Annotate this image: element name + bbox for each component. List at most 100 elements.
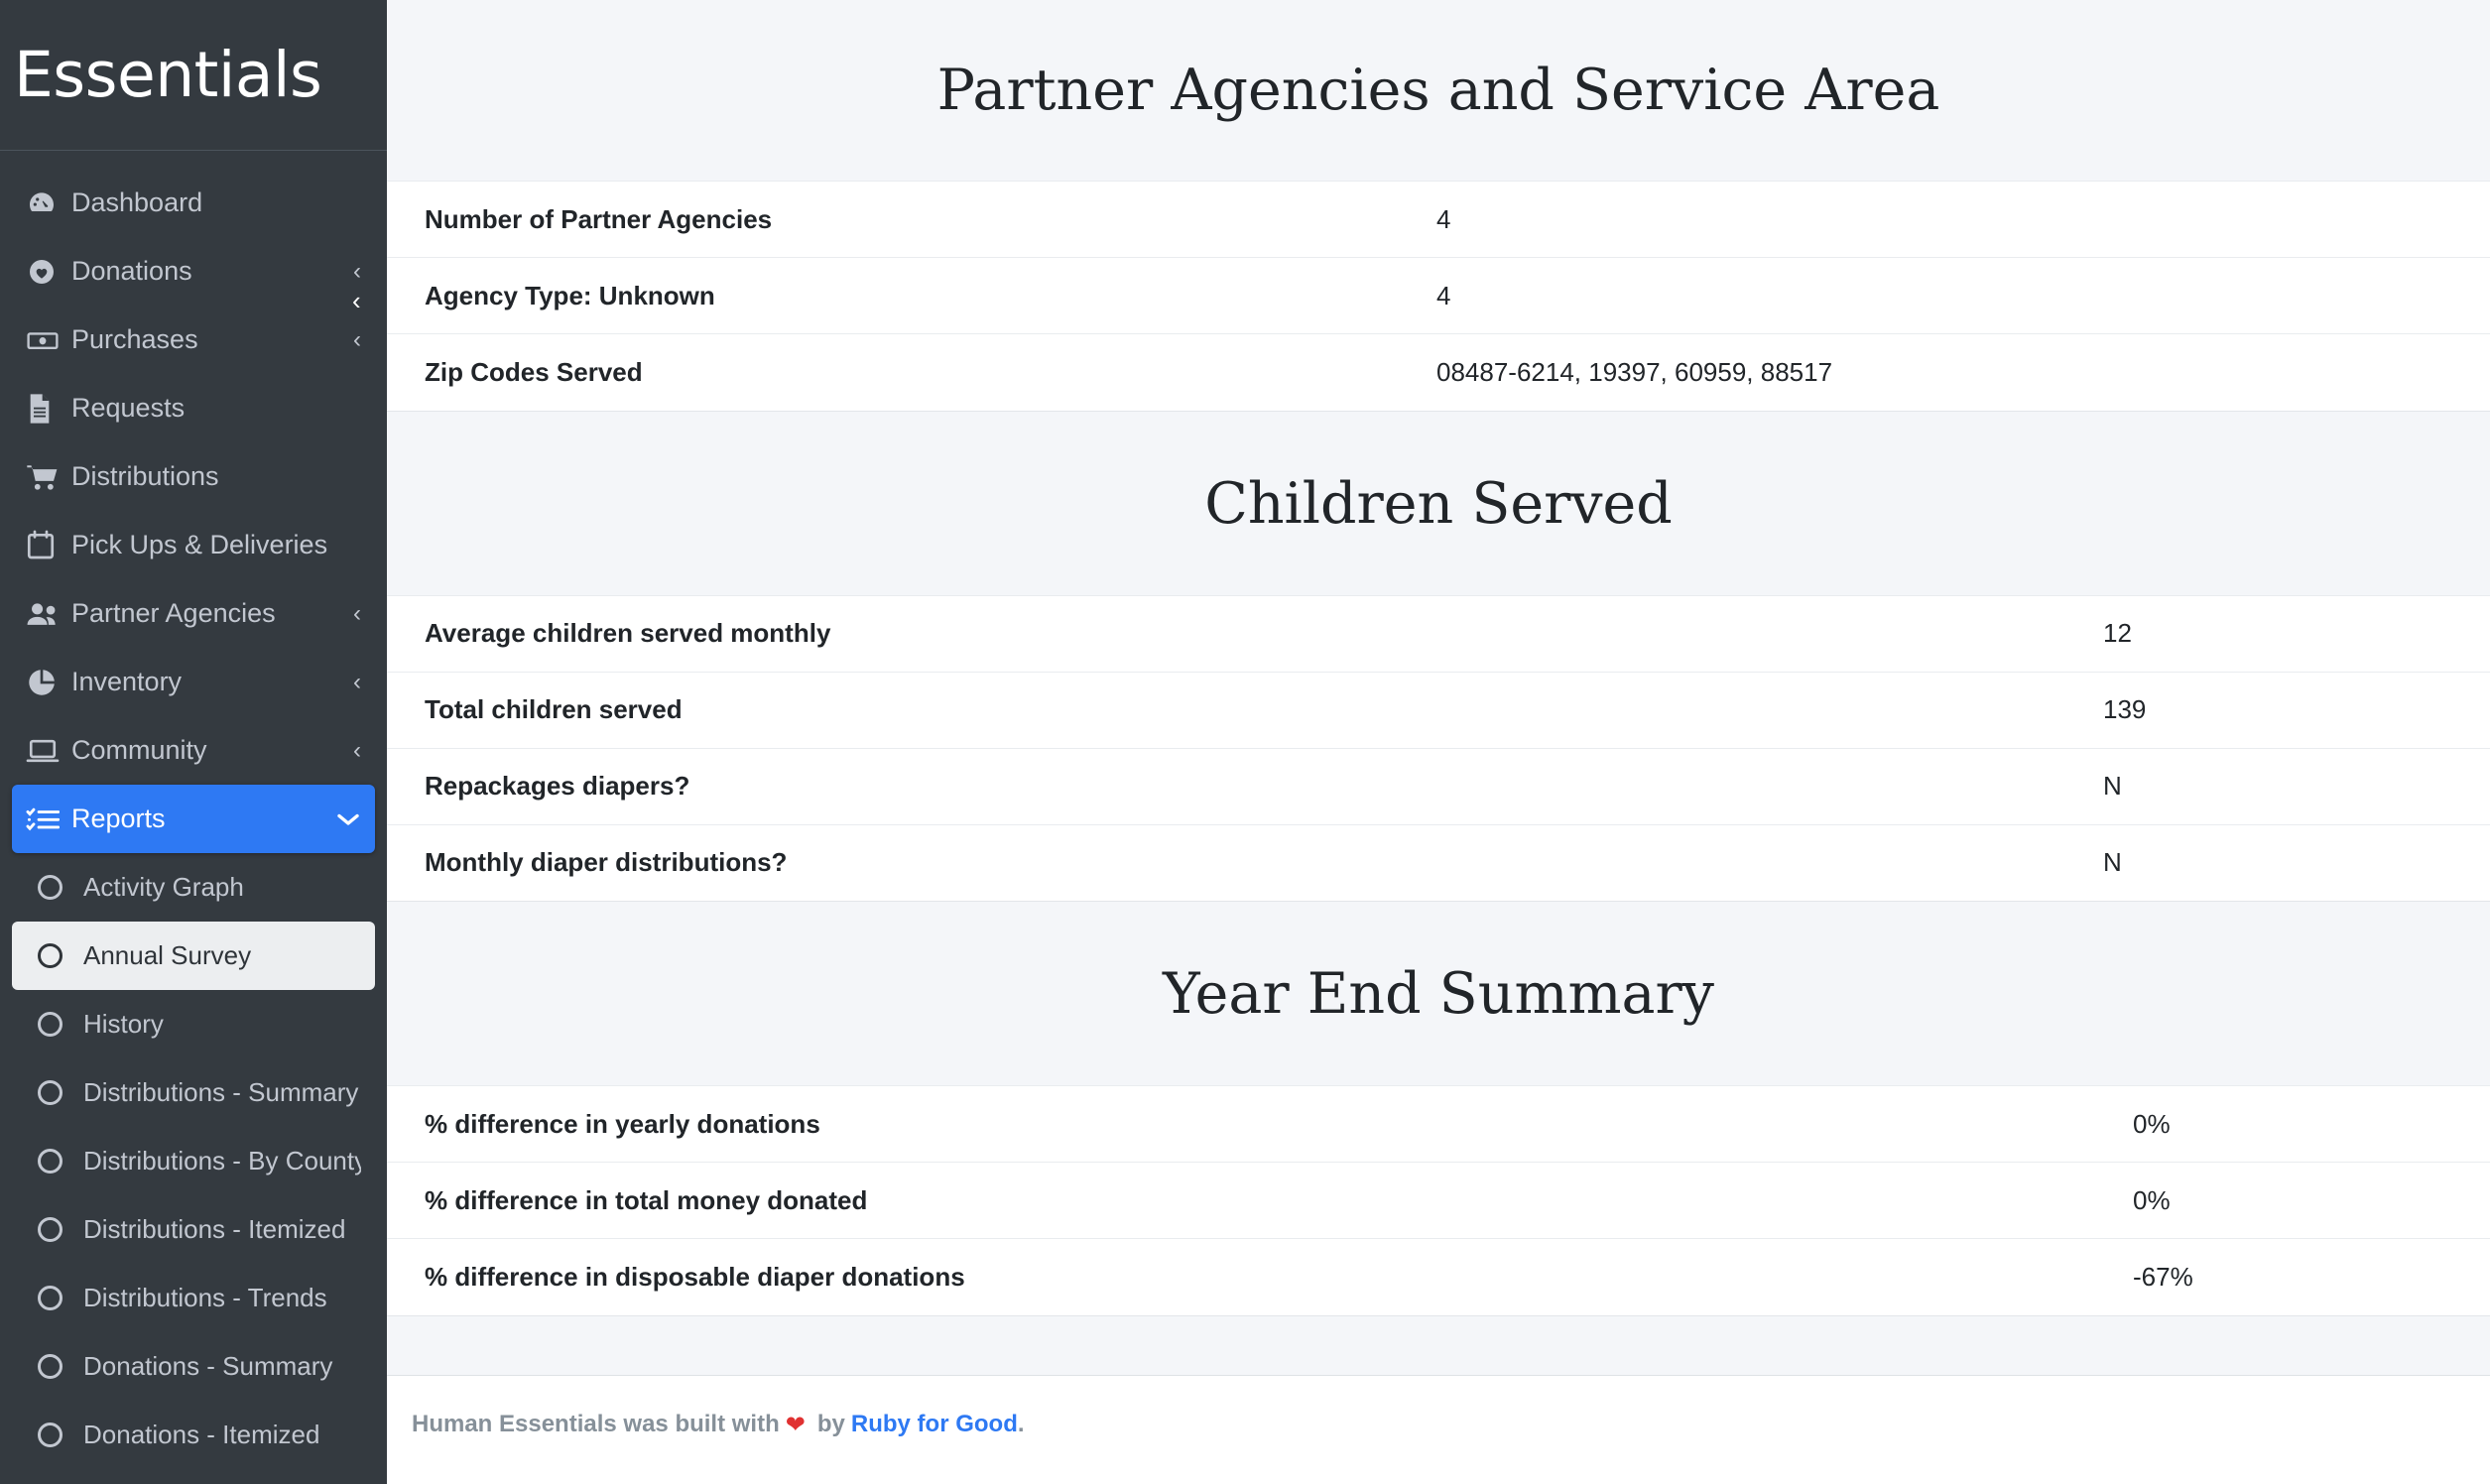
sidebar-item-label: Partner Agencies — [71, 598, 276, 628]
shopping-cart-icon — [26, 461, 71, 493]
sidebar-item-label: Requests — [71, 393, 186, 423]
gauge-icon — [26, 187, 71, 219]
table-row: % difference in disposable diaper donati… — [387, 1238, 2490, 1315]
row-value: 4 — [1436, 181, 2490, 258]
row-label: Number of Partner Agencies — [387, 181, 1436, 258]
footer-by: by — [816, 1411, 845, 1437]
calendar-icon — [26, 530, 71, 561]
row-label: Average children served monthly — [387, 594, 2103, 672]
row-value: N — [2103, 747, 2490, 824]
heart-icon — [26, 256, 71, 288]
section-title-children-served: Children Served — [387, 410, 2490, 595]
table-row: Total children served 139 — [387, 671, 2490, 748]
chevron-left-icon[interactable]: ‹ — [353, 670, 361, 694]
money-bill-icon — [26, 324, 71, 356]
row-label: % difference in total money donated — [387, 1162, 2133, 1239]
laptop-icon — [26, 735, 71, 767]
section-title-year-end-summary: Year End Summary — [387, 901, 2490, 1085]
heart-icon: ❤ — [785, 1411, 806, 1438]
users-icon — [26, 598, 71, 630]
sidebar-item-dashboard[interactable]: Dashboard — [12, 169, 375, 237]
sidebar-item-label: Distributions - Trends — [83, 1283, 327, 1312]
circle-icon — [38, 1422, 83, 1447]
sidebar-nav: Dashboard Donations ‹ Purchases ‹ Reques… — [0, 151, 387, 1484]
chevron-left-icon[interactable]: ‹ — [353, 738, 361, 763]
sidebar-item-pickups-deliveries[interactable]: Pick Ups & Deliveries — [12, 511, 375, 579]
table-row: Agency Type: Unknown 4 — [387, 257, 2490, 334]
table-row: Average children served monthly 12 — [387, 594, 2490, 672]
sidebar-item-distributions-itemized[interactable]: Distributions - Itemized — [12, 1195, 375, 1264]
sidebar-item-partner-agencies[interactable]: Partner Agencies ‹ — [12, 579, 375, 648]
sidebar-item-label: Distributions - Summary — [83, 1077, 359, 1107]
sidebar-item-label: History — [83, 1009, 164, 1039]
sidebar-item-distributions-by-county[interactable]: Distributions - By County — [12, 1127, 375, 1195]
sidebar-item-community[interactable]: Community ‹ — [12, 716, 375, 785]
sidebar-item-label: Donations — [71, 256, 192, 286]
footer: Human Essentials was built with ❤ by Rub… — [387, 1374, 2490, 1474]
row-label: % difference in yearly donations — [387, 1085, 2133, 1163]
table-row: % difference in total money donated 0% — [387, 1162, 2490, 1239]
ruby-for-good-link[interactable]: Ruby for Good — [851, 1411, 1018, 1438]
sidebar-item-label: Purchases — [71, 324, 198, 354]
row-value: 0% — [2133, 1085, 2490, 1163]
table-row: Monthly diaper distributions? N — [387, 823, 2490, 901]
circle-icon — [38, 875, 83, 900]
sidebar-item-activity-graph[interactable]: Activity Graph — [12, 853, 375, 922]
chevron-left-icon[interactable]: ‹ — [353, 327, 361, 352]
row-value: 139 — [2103, 671, 2490, 748]
table-row: Number of Partner Agencies 4 — [387, 181, 2490, 258]
sidebar-item-donations-manufacturer[interactable]: Donations - Manufacturer — [12, 1469, 375, 1484]
sidebar-item-donations-summary[interactable]: Donations - Summary — [12, 1332, 375, 1401]
circle-icon — [38, 1286, 83, 1310]
sidebar-item-inventory[interactable]: Inventory ‹ — [12, 648, 375, 716]
row-label: Repackages diapers? — [387, 747, 2103, 824]
chevron-left-icon[interactable]: ‹ — [353, 259, 361, 284]
sidebar-item-label: Distributions - By County — [83, 1146, 361, 1175]
section-title-partner-agencies: Partner Agencies and Service Area — [387, 0, 2490, 181]
row-value: -67% — [2133, 1238, 2490, 1315]
chevron-down-icon[interactable] — [335, 810, 361, 828]
sidebar-item-label: Donations - Itemized — [83, 1420, 320, 1449]
row-label: Agency Type: Unknown — [387, 257, 1436, 334]
sidebar-collapse-chevron-icon[interactable]: ‹ — [352, 288, 361, 313]
sidebar-item-label: Distributions — [71, 461, 219, 491]
sidebar-item-label: Donations - Summary — [83, 1351, 333, 1381]
row-label: Zip Codes Served — [387, 333, 1436, 411]
sidebar-item-label: Reports — [71, 804, 166, 833]
sidebar-item-distributions[interactable]: Distributions — [12, 442, 375, 511]
table-row: Repackages diapers? N — [387, 747, 2490, 824]
sidebar-item-donations[interactable]: Donations ‹ — [12, 237, 375, 306]
circle-icon — [38, 1354, 83, 1379]
sidebar-item-history[interactable]: History — [12, 990, 375, 1058]
sidebar-item-label: Dashboard — [71, 187, 203, 217]
sidebar-item-distributions-summary[interactable]: Distributions - Summary — [12, 1058, 375, 1127]
footer-period: . — [1017, 1411, 1025, 1437]
sidebar-item-label: Distributions - Itemized — [83, 1214, 346, 1244]
circle-icon — [38, 1217, 83, 1242]
bottom-spacer — [387, 1314, 2490, 1375]
sidebar-item-requests[interactable]: Requests — [12, 374, 375, 442]
pie-chart-icon — [26, 667, 71, 698]
row-value: 0% — [2133, 1162, 2490, 1239]
sidebar-item-purchases[interactable]: Purchases ‹ — [12, 306, 375, 374]
circle-icon — [38, 1012, 83, 1037]
sidebar-item-label: Annual Survey — [83, 940, 252, 970]
table-row: Zip Codes Served 08487-6214, 19397, 6095… — [387, 333, 2490, 411]
footer-prefix: Human Essentials was built with — [412, 1411, 780, 1437]
app-root: Essentials Dashboard Donations ‹ Purchas… — [0, 0, 2490, 1484]
sidebar-item-reports[interactable]: Reports — [12, 785, 375, 853]
sidebar-item-distributions-trends[interactable]: Distributions - Trends — [12, 1264, 375, 1332]
row-value: 08487-6214, 19397, 60959, 88517 — [1436, 333, 2490, 411]
row-label: Monthly diaper distributions? — [387, 823, 2103, 901]
sidebar-item-annual-survey[interactable]: Annual Survey — [12, 922, 375, 990]
sidebar-item-label: Inventory — [71, 667, 183, 696]
sidebar-item-donations-itemized[interactable]: Donations - Itemized — [12, 1401, 375, 1469]
chevron-left-icon[interactable]: ‹ — [353, 601, 361, 626]
sidebar-item-label: Pick Ups & Deliveries — [71, 530, 328, 559]
sidebar-item-label: Community — [71, 735, 207, 765]
table-year-end-summary: % difference in yearly donations 0% % di… — [387, 1085, 2490, 1315]
row-label: % difference in disposable diaper donati… — [387, 1238, 2133, 1315]
row-value: 4 — [1436, 257, 2490, 334]
row-label: Total children served — [387, 671, 2103, 748]
brand-header[interactable]: Essentials — [0, 0, 387, 151]
